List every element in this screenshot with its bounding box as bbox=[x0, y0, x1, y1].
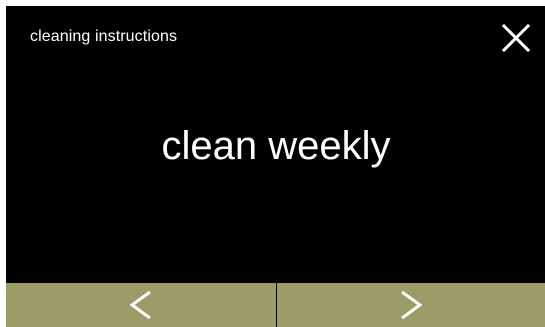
close-button[interactable] bbox=[498, 20, 534, 56]
next-button[interactable] bbox=[276, 283, 545, 327]
chevron-right-icon bbox=[401, 290, 423, 320]
instruction-message: clean weekly bbox=[161, 124, 391, 168]
chevron-left-icon bbox=[129, 290, 151, 320]
cleaning-instructions-screen: cleaning instructions clean weekly bbox=[6, 6, 545, 327]
page-title: cleaning instructions bbox=[30, 28, 178, 45]
close-icon bbox=[501, 23, 531, 53]
navigation-bar bbox=[6, 283, 545, 327]
previous-button[interactable] bbox=[6, 283, 276, 327]
